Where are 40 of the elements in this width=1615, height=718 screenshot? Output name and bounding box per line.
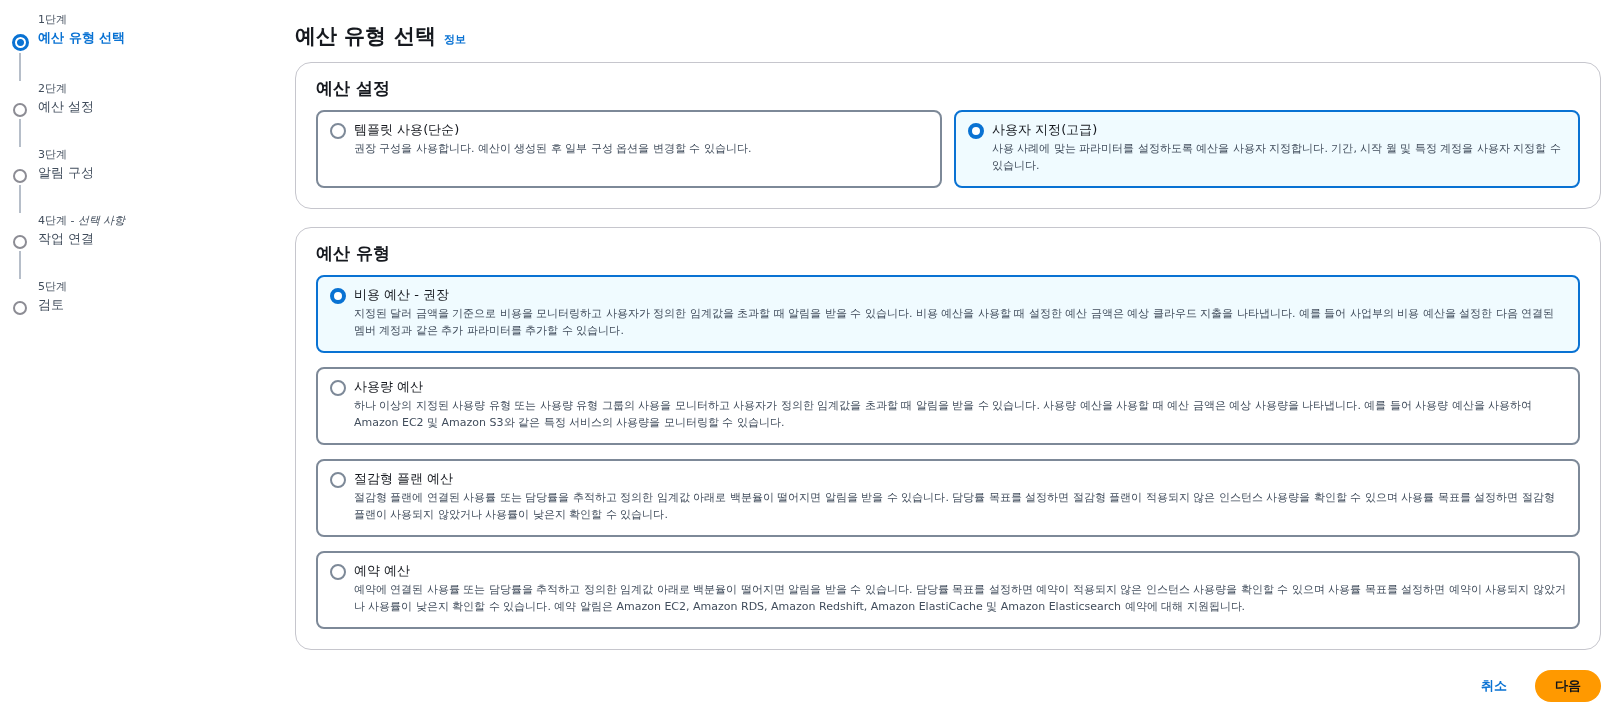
option-title: 예약 예산 [354, 562, 412, 580]
radio-option-card[interactable]: 비용 예산 - 권장 지정된 달러 금액을 기준으로 비용을 모니터링하고 사용자가 정의한 임계값을 초과할 때 알림을 받을 수 있습니다. 비용 예산을 사용할 때 설정한 예산 금액은 예상 클라우드 지출을 나타냅니다. 예를 들어 사업부의 비용 예산을 설정한 다음 연결된 멤버 계정과 같은 추가 파라미터를 추가할 수 있습니다. [316, 275, 1580, 353]
option-description: 사용 사례에 맞는 파라미터를 설정하도록 예산을 사용자 지정합니다. 기간, 시작 월 및 특정 계정을 사용자 지정할 수 있습니다. [992, 141, 1562, 174]
option-description: 하나 이상의 지정된 사용량 유형 또는 사용량 유형 그룹의 사용을 모니터하고 사용자가 정의한 임계값을 초과할 때 알림을 받을 수 있습니다. 사용량 예산을 사용할 때 예산 금액은 예상 사용량을 나타냅니다. 예를 들어 사용량 예산을 사용하여 Amazon EC2 및 Amazon S3와 같은 특정 서비스의 사용량을 모니터링할 수 있습니다. [354, 398, 1534, 431]
step-number: 1단계 [38, 12, 68, 28]
radio-option-card[interactable]: 사용량 예산 하나 이상의 지정된 사용량 유형 또는 사용량 유형 그룹의 사용을 모니터하고 사용자가 정의한 임계값을 초과할 때 알림을 받을 수 있습니다. 사용량 예산을 사용할 때 예산 금액은 예상 사용량을 나타냅니다. 예를 들어 사용량 예산을 사용하여 Amazon EC2 및 Amazon S3와 같은 특정 서비스의 사용량을 모니터링할 수 있습니다. [316, 367, 1580, 445]
step-link[interactable]: 알림 구성 [38, 163, 95, 183]
option-title: 절감형 플랜 예산 [354, 470, 455, 488]
cancel-button[interactable]: 취소 [1471, 671, 1517, 701]
info-link[interactable]: 정보 [443, 32, 466, 47]
option-description: 지정된 달러 금액을 기준으로 비용을 모니터링하고 사용자가 정의한 임계값을 초과할 때 알림을 받을 수 있습니다. 비용 예산을 사용할 때 설정한 예산 금액은 예상 클라우드 지출을 나타냅니다. 예를 들어 사업부의 비용 예산을 설정한 다음 연결된 멤버 계정과 같은 추가 파라미터를 추가할 수 있습니다. [354, 306, 1556, 339]
radio-option-card[interactable]: 사용자 지정(고급) 사용 사례에 맞는 파라미터를 설정하도록 예산을 사용자 지정합니다. 기간, 시작 월 및 특정 계정을 사용자 지정할 수 있습니다. [954, 110, 1580, 188]
section-heading: 예산 설정 [316, 77, 391, 100]
step-link[interactable]: 예산 유형 선택 [38, 28, 126, 48]
step-number: 3단계 [38, 147, 68, 163]
radio-button-icon[interactable] [330, 380, 346, 396]
page-title: 예산 유형 선택 [295, 23, 436, 50]
radio-option-card[interactable]: 절감형 플랜 예산 절감형 플랜에 연결된 사용률 또는 담당률을 추적하고 정의한 임계값 아래로 백분율이 떨어지면 알림을 받을 수 있습니다. 담당률 목표를 설정하면 절감형 플랜이 적용되지 않은 인스턴스 사용량을 확인할 수 있으며 사용률 목표를 설정하면 절감형 플랜이 사용되지 않았거나 사용률이 낮은지 확인할 수 있습니다. [316, 459, 1580, 537]
option-description: 권장 구성을 사용합니다. 예산이 생성된 후 일부 구성 옵션을 변경할 수 있습니다. [354, 141, 752, 157]
step-link[interactable]: 예산 설정 [38, 97, 95, 117]
step-number: 5단계 [38, 279, 67, 295]
option-title: 사용량 예산 [354, 378, 425, 396]
radio-button-icon[interactable] [330, 564, 346, 580]
step-link[interactable]: 작업 연결 [38, 229, 126, 249]
option-description: 예약에 연결된 사용률 또는 담당률을 추적하고 정의한 임계값 아래로 백분율이 떨어지면 알림을 받을 수 있습니다. 담당률 목표를 설정하면 예약이 적용되지 않은 인스턴스 사용량을 확인할 수 있으며 사용률 목표를 설정하면 예약이 사용되지 않았거나 사용률이 낮은지 확인할 수 있습니다. 예약 알림은 Amazon EC2, Amazon RDS, Amazon Redshift, Amazon ElastiCache 및 Amazon Elasticsearch 예약에 대해 지원됩니다. [354, 582, 1566, 615]
radio-button-icon[interactable] [968, 123, 984, 139]
option-title: 비용 예산 - 권장 [354, 286, 451, 304]
option-title: 템플릿 사용(단순) [354, 121, 461, 139]
step-number: 2단계 [38, 81, 68, 97]
next-button[interactable]: 다음 [1535, 670, 1601, 702]
option-title: 사용자 지정(고급) [992, 121, 1099, 139]
radio-button-icon[interactable] [330, 288, 346, 304]
step-link[interactable]: 검토 [38, 295, 67, 315]
section-heading: 예산 유형 [316, 242, 391, 265]
radio-option-card[interactable] [316, 551, 1580, 629]
radio-option-card[interactable]: 템플릿 사용(단순) 권장 구성을 사용합니다. 예산이 생성된 후 일부 구성 옵션을 변경할 수 있습니다. [316, 110, 942, 188]
radio-button-icon[interactable] [330, 472, 346, 488]
step-number: 4단계 - 선택 사항 [38, 213, 126, 229]
radio-button-icon[interactable] [330, 123, 346, 139]
option-description: 절감형 플랜에 연결된 사용률 또는 담당률을 추적하고 정의한 임계값 아래로 백분율이 떨어지면 알림을 받을 수 있습니다. 담당률 목표를 설정하면 절감형 플랜이 적용되지 않은 인스턴스 사용량을 확인할 수 있으며 사용률 목표를 설정하면 절감형 플랜이 사용되지 않았거나 사용률이 낮은지 확인할 수 있습니다. [354, 490, 1556, 523]
